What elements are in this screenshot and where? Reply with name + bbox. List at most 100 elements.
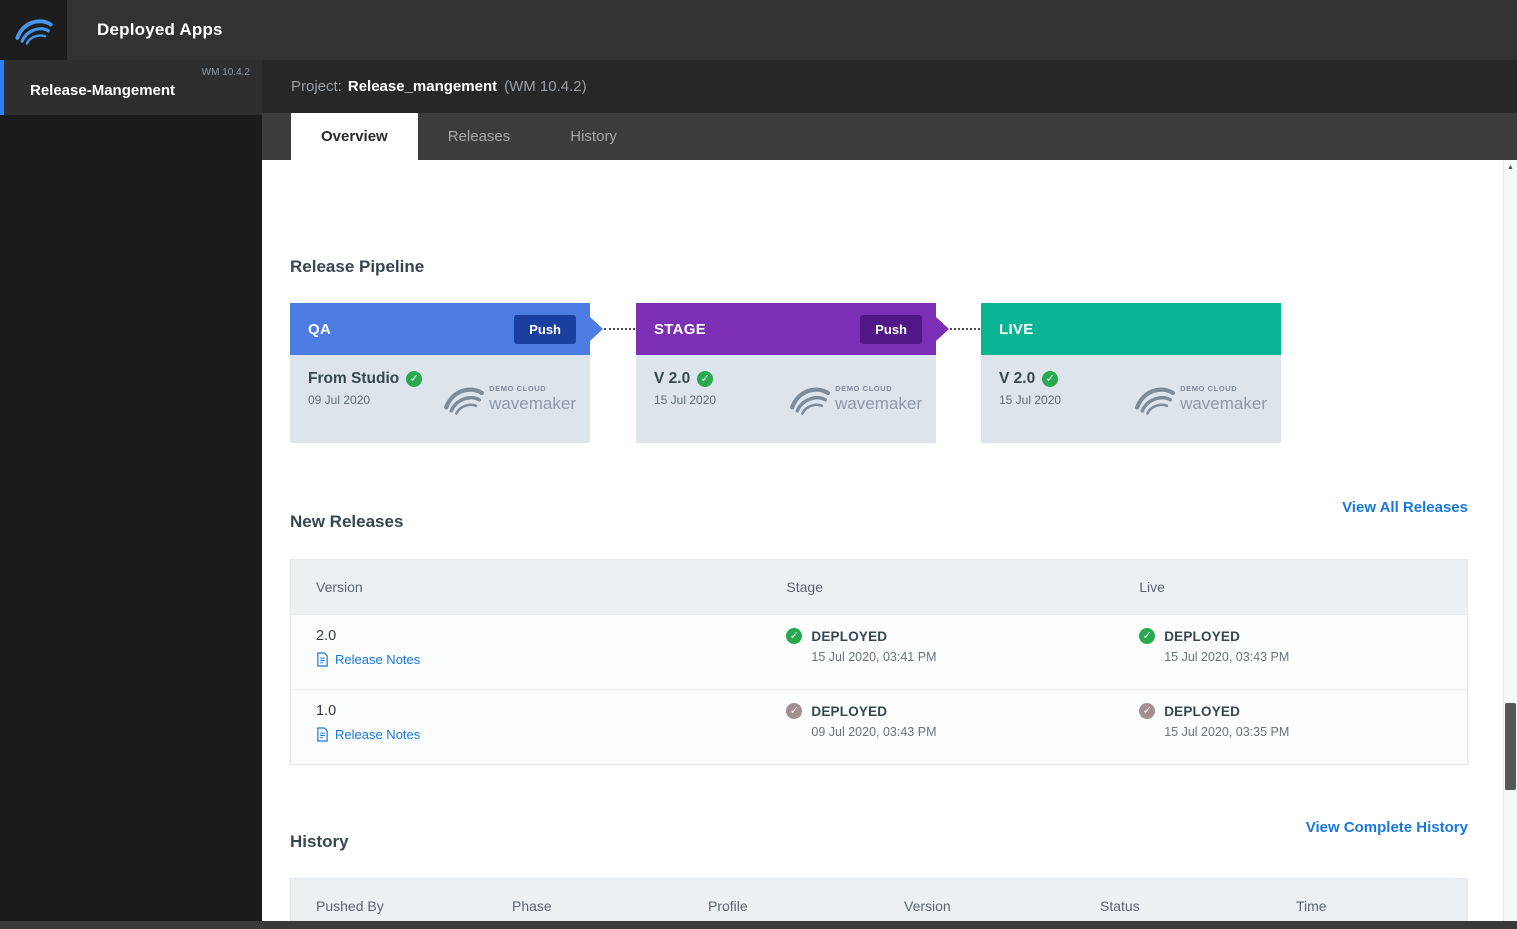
status-row: DEPLOYED xyxy=(786,703,1114,719)
project-name: Release_mangement xyxy=(347,78,498,95)
pipeline-card-live: LIVE V 2.0 15 Jul 2020 xyxy=(981,303,1281,443)
table-row: 1.0 Release Notes DEPLOYED xyxy=(291,689,1467,764)
demo-cloud-logo: DEMO CLOUD wavemaker xyxy=(443,382,576,416)
history-heading: History xyxy=(290,832,349,852)
status-row: DEPLOYED xyxy=(1139,628,1467,644)
sidebar-item-label: Release-Mangement xyxy=(30,82,176,99)
live-version: V 2.0 xyxy=(999,370,1036,387)
check-circle-icon xyxy=(786,628,803,644)
qa-card-header: QA Push xyxy=(290,303,603,355)
live-stage-name: LIVE xyxy=(999,320,1034,338)
status-text: DEPLOYED xyxy=(811,628,888,644)
status-text: DEPLOYED xyxy=(1164,628,1241,644)
status-time: 15 Jul 2020, 03:35 PM xyxy=(1164,725,1290,739)
version-number: 1.0 xyxy=(316,703,337,719)
app-root: Deployed Apps WM 10.4.2 Release-Mangemen… xyxy=(0,0,1517,929)
column-header-pushed-by: Pushed By xyxy=(316,898,384,914)
version-cell: 2.0 Release Notes xyxy=(291,615,761,689)
view-all-releases-link[interactable]: View All Releases xyxy=(1342,499,1468,516)
check-circle-icon xyxy=(697,371,714,387)
stage-stage-name: STAGE xyxy=(654,320,707,338)
new-releases-table: Version Stage Live 2.0 Release Notes ✓ D… xyxy=(290,559,1468,765)
check-circle-icon xyxy=(406,371,423,387)
scrollbar-thumb[interactable] xyxy=(1505,703,1516,790)
qa-push-button[interactable]: Push xyxy=(514,314,576,344)
release-notes-label: Release Notes xyxy=(335,652,421,667)
check-circle-icon xyxy=(786,703,803,719)
column-header-version: Version xyxy=(904,898,951,914)
status-text: DEPLOYED xyxy=(811,703,888,719)
live-card-header: LIVE xyxy=(981,303,1281,355)
column-header-version: Version xyxy=(316,579,363,595)
overview-content: Release Pipeline QA Push From Studio 09 … xyxy=(262,160,1503,929)
pipeline-card-stage: STAGE Push V 2.0 15 Jul 2020 xyxy=(636,303,949,443)
release-pipeline-heading: Release Pipeline xyxy=(290,257,425,277)
wavemaker-wave-icon xyxy=(444,387,485,415)
logo-line2: wavemaker xyxy=(1180,394,1267,413)
stage-card-header: STAGE Push xyxy=(636,303,949,355)
table-row: 2.0 Release Notes DEPLOYED xyxy=(291,614,1467,689)
demo-cloud-logo: DEMO CLOUD wavemaker xyxy=(1134,382,1267,416)
demo-cloud-logo: DEMO CLOUD wavemaker xyxy=(789,382,922,416)
view-complete-history-link[interactable]: View Complete History xyxy=(1306,819,1468,836)
status-row: DEPLOYED xyxy=(1139,703,1467,719)
qa-version: From Studio xyxy=(308,370,400,387)
logo-line1: DEMO CLOUD xyxy=(1180,384,1238,393)
column-header-time: Time xyxy=(1296,898,1327,914)
logo-line1: DEMO CLOUD xyxy=(835,384,893,393)
tab-history[interactable]: History xyxy=(540,113,647,160)
version-cell: 1.0 Release Notes xyxy=(291,690,761,764)
column-header-status: Status xyxy=(1100,898,1140,914)
live-status-cell: DEPLOYED 15 Jul 2020, 03:35 PM xyxy=(1114,690,1467,764)
release-notes-link[interactable]: Release Notes xyxy=(316,652,420,667)
new-releases-table-header: Version Stage Live xyxy=(291,560,1467,614)
demo-cloud-logo-text: DEMO CLOUD wavemaker xyxy=(835,384,922,414)
project-header: Project: Release_mangement (WM 10.4.2) xyxy=(262,60,1517,113)
demo-cloud-logo-text: DEMO CLOUD wavemaker xyxy=(489,384,576,414)
project-version-badge: WM 10.4.2 xyxy=(201,67,250,78)
sidebar-item-release-mangement[interactable]: WM 10.4.2 Release-Mangement xyxy=(0,60,262,115)
release-notes-label: Release Notes xyxy=(335,727,421,742)
document-icon xyxy=(317,727,328,742)
demo-cloud-logo-text: DEMO CLOUD wavemaker xyxy=(1180,384,1267,414)
stage-status-cell: DEPLOYED 15 Jul 2020, 03:41 PM xyxy=(761,615,1114,689)
stage-push-button[interactable]: Push xyxy=(860,314,922,344)
column-header-live: Live xyxy=(1139,579,1165,595)
pipeline-card-qa: QA Push From Studio 09 Jul 2020 xyxy=(290,303,603,443)
stage-card-body: V 2.0 15 Jul 2020 DEM xyxy=(636,355,936,443)
horizontal-scrollbar[interactable] xyxy=(0,921,1517,929)
project-label: Project: xyxy=(291,78,342,95)
sidebar: WM 10.4.2 Release-Mangement xyxy=(0,60,262,929)
wavemaker-wave-icon xyxy=(790,387,831,415)
wavemaker-logo-icon xyxy=(14,19,53,45)
tab-releases[interactable]: Releases xyxy=(418,113,541,160)
wavemaker-wave-icon xyxy=(1135,387,1176,415)
scroll-up-icon[interactable]: ▲ xyxy=(1504,160,1517,175)
vertical-scrollbar[interactable]: ▲ xyxy=(1503,160,1517,929)
logo-line2: wavemaker xyxy=(489,394,576,413)
column-header-stage: Stage xyxy=(786,579,823,595)
live-card-body: V 2.0 15 Jul 2020 DEM xyxy=(981,355,1281,443)
tab-overview[interactable]: Overview xyxy=(291,113,418,160)
version-number: 2.0 xyxy=(316,628,337,644)
pipeline-connector-stage-live xyxy=(950,328,980,330)
project-version: (WM 10.4.2) xyxy=(504,78,587,95)
qa-card-body: From Studio 09 Jul 2020 xyxy=(290,355,590,443)
column-header-profile: Profile xyxy=(708,898,748,914)
check-circle-icon xyxy=(1042,371,1059,387)
logo-line1: DEMO CLOUD xyxy=(489,384,547,393)
check-circle-icon xyxy=(1139,628,1156,644)
logo-line2: wavemaker xyxy=(835,394,922,413)
wavemaker-home-button[interactable] xyxy=(0,0,67,60)
column-header-phase: Phase xyxy=(512,898,552,914)
document-icon xyxy=(317,652,328,667)
app-title: Deployed Apps xyxy=(97,20,223,39)
main-area: Project: Release_mangement (WM 10.4.2) O… xyxy=(262,60,1517,929)
live-status-cell: DEPLOYED 15 Jul 2020, 03:43 PM xyxy=(1114,615,1467,689)
release-notes-link[interactable]: Release Notes xyxy=(316,727,420,742)
check-circle-icon xyxy=(1139,703,1156,719)
status-time: 15 Jul 2020, 03:41 PM xyxy=(811,650,937,664)
qa-stage-name: QA xyxy=(308,320,332,338)
status-time: 15 Jul 2020, 03:43 PM xyxy=(1164,650,1290,664)
stage-status-cell: DEPLOYED 09 Jul 2020, 03:43 PM xyxy=(761,690,1114,764)
